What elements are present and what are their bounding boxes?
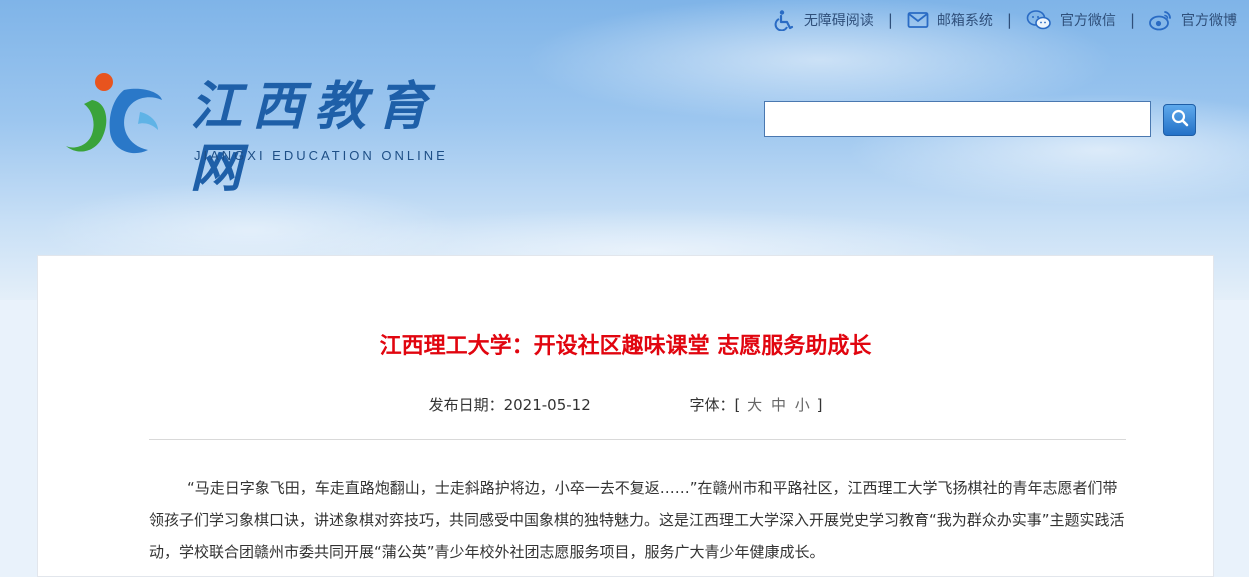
logo-title: 江西教育网 bbox=[190, 76, 439, 199]
separator: | bbox=[1006, 11, 1012, 29]
wechat-link[interactable]: 官方微信 bbox=[1026, 9, 1116, 31]
font-size-switcher: 字体：[ 大 中 小 ] bbox=[690, 394, 823, 415]
publish-date: 发布日期：2021-05-12 bbox=[428, 396, 591, 414]
divider bbox=[149, 439, 1126, 440]
article-paragraph: “马走日字象飞田，车走直路炮翻山，士走斜路护将边，小卒一去不复返……”在赣州市和… bbox=[149, 479, 1125, 561]
font-size-small[interactable]: 小 bbox=[795, 396, 810, 414]
mail-icon bbox=[907, 11, 929, 29]
font-size-large[interactable]: 大 bbox=[747, 396, 762, 414]
search-button[interactable] bbox=[1163, 104, 1196, 136]
article-panel: 江西理工大学：开设社区趣味课堂 志愿服务助成长 发布日期：2021-05-12 … bbox=[37, 255, 1214, 577]
search-input[interactable] bbox=[764, 101, 1151, 137]
email-link[interactable]: 邮箱系统 bbox=[907, 10, 993, 30]
accessibility-link[interactable]: 无障碍阅读 bbox=[774, 9, 874, 31]
separator: | bbox=[887, 11, 893, 29]
font-size-medium[interactable]: 中 bbox=[771, 396, 786, 414]
wechat-icon bbox=[1026, 9, 1052, 31]
wechat-label: 官方微信 bbox=[1059, 13, 1116, 29]
font-size-label: 字体：[ bbox=[689, 396, 741, 414]
weibo-link[interactable]: 官方微博 bbox=[1149, 9, 1237, 31]
article-meta: 发布日期：2021-05-12 字体：[ 大 中 小 ] bbox=[38, 394, 1213, 415]
email-label: 邮箱系统 bbox=[936, 13, 993, 29]
font-size-close: ] bbox=[816, 396, 823, 414]
top-links-bar: 无障碍阅读 | 邮箱系统 | 官方微信 | 官方微博 bbox=[774, 8, 1237, 32]
accessibility-label: 无障碍阅读 bbox=[803, 13, 874, 29]
site-logo[interactable]: 江西教育网 JIANGXI EDUCATION ONLINE bbox=[62, 72, 492, 199]
search-icon bbox=[1170, 108, 1190, 132]
article-title: 江西理工大学：开设社区趣味课堂 志愿服务助成长 bbox=[379, 334, 872, 359]
logo-subtitle: JIANGXI EDUCATION ONLINE bbox=[194, 148, 448, 163]
logo-mark bbox=[66, 73, 162, 154]
weibo-icon bbox=[1149, 9, 1173, 31]
accessibility-icon bbox=[774, 9, 796, 31]
separator: | bbox=[1129, 11, 1135, 29]
weibo-label: 官方微博 bbox=[1181, 13, 1237, 29]
